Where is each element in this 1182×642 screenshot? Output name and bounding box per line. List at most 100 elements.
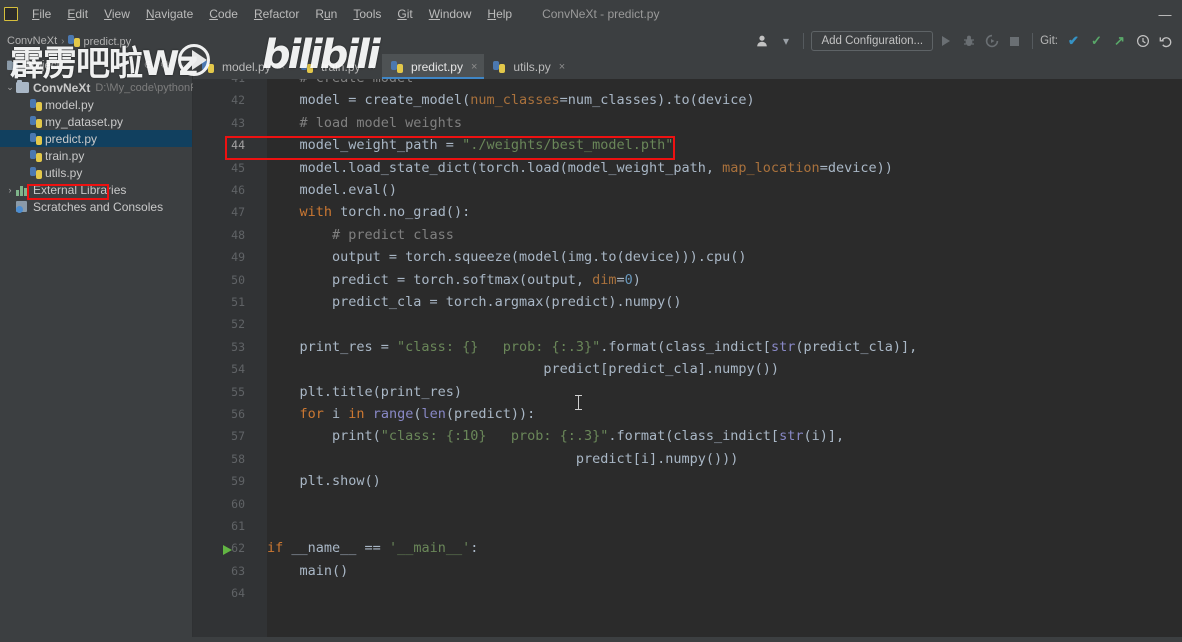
line-number-50[interactable]: 50 bbox=[193, 269, 245, 291]
collapse-all-icon[interactable]: ⊕ bbox=[144, 58, 153, 71]
user-dropdown-caret-icon[interactable]: ▾ bbox=[775, 31, 796, 52]
menu-git[interactable]: Git bbox=[389, 4, 420, 24]
close-icon[interactable]: × bbox=[279, 61, 285, 73]
editor-tab-model-py[interactable]: model.py × bbox=[193, 54, 292, 79]
line-number-43[interactable]: 43 bbox=[193, 112, 245, 134]
line-number-58[interactable]: 58 bbox=[193, 448, 245, 470]
close-icon[interactable]: × bbox=[471, 61, 477, 73]
code-line-55[interactable]: plt.title(print_res) bbox=[267, 381, 1182, 403]
menu-window[interactable]: Window bbox=[421, 4, 480, 24]
line-number-gutter[interactable]: 4142434445464748495051525354555657585960… bbox=[193, 79, 251, 642]
code-line-45[interactable]: model.load_state_dict(torch.load(model_w… bbox=[267, 157, 1182, 179]
git-update-icon[interactable]: ✔ bbox=[1063, 31, 1084, 52]
line-number-49[interactable]: 49 bbox=[193, 246, 245, 268]
editor-tab-predict-py[interactable]: predict.py × bbox=[381, 54, 485, 79]
line-number-47[interactable]: 47 bbox=[193, 201, 245, 223]
chevron-icon[interactable]: ⌄ bbox=[4, 82, 16, 93]
history-icon[interactable] bbox=[1132, 31, 1153, 52]
line-number-62[interactable]: 62 bbox=[193, 537, 245, 559]
tree-item-train-py[interactable]: train.py bbox=[0, 147, 192, 164]
tree-item-scratches-and-consoles[interactable]: Scratches and Consoles bbox=[0, 198, 192, 215]
tree-item-utils-py[interactable]: utils.py bbox=[0, 164, 192, 181]
tree-item-external-libraries[interactable]: › External Libraries bbox=[0, 181, 192, 198]
chevron-icon[interactable]: › bbox=[4, 185, 16, 195]
code-line-54[interactable]: predict[predict_cla].numpy()) bbox=[267, 358, 1182, 380]
line-number-56[interactable]: 56 bbox=[193, 403, 245, 425]
settings-icon[interactable]: ⚙ bbox=[160, 58, 170, 71]
code-text-area[interactable]: # create model model = create_model(num_… bbox=[267, 79, 1182, 642]
debug-icon[interactable] bbox=[958, 31, 979, 52]
line-number-54[interactable]: 54 bbox=[193, 358, 245, 380]
tree-item-convnext[interactable]: ⌄ ConvNeXt D:\My_code\pythonP bbox=[0, 79, 197, 96]
menu-help[interactable]: Help bbox=[479, 4, 520, 24]
close-icon[interactable]: × bbox=[369, 61, 375, 73]
add-configuration-button[interactable]: Add Configuration... bbox=[811, 31, 934, 51]
line-number-64[interactable]: 64 bbox=[193, 582, 245, 604]
line-number-61[interactable]: 61 bbox=[193, 515, 245, 537]
menu-tools[interactable]: Tools bbox=[345, 4, 389, 24]
code-line-53[interactable]: print_res = "class: {} prob: {:.3}".form… bbox=[267, 336, 1182, 358]
minimize-button[interactable]: — bbox=[1148, 0, 1182, 28]
line-number-57[interactable]: 57 bbox=[193, 425, 245, 447]
line-number-51[interactable]: 51 bbox=[193, 291, 245, 313]
line-number-53[interactable]: 53 bbox=[193, 336, 245, 358]
git-push-icon[interactable]: ↗ bbox=[1109, 31, 1130, 52]
user-avatar-icon[interactable] bbox=[752, 31, 773, 52]
code-line-63[interactable]: main() bbox=[267, 560, 1182, 582]
rollback-icon[interactable] bbox=[1155, 31, 1176, 52]
line-number-60[interactable]: 60 bbox=[193, 493, 245, 515]
menu-edit[interactable]: Edit bbox=[59, 4, 96, 24]
code-editor[interactable]: 4142434445464748495051525354555657585960… bbox=[193, 79, 1182, 642]
code-line-60[interactable] bbox=[267, 493, 1182, 515]
menu-run[interactable]: Run bbox=[307, 4, 345, 24]
code-line-59[interactable]: plt.show() bbox=[267, 470, 1182, 492]
stop-icon[interactable] bbox=[1004, 31, 1025, 52]
code-line-52[interactable] bbox=[267, 313, 1182, 335]
breadcrumb-project[interactable]: ConvNeXt bbox=[4, 34, 60, 48]
line-number-41[interactable]: 41 bbox=[193, 79, 245, 89]
menu-file[interactable]: FFileile bbox=[24, 4, 59, 24]
code-line-62[interactable]: if __name__ == '__main__': bbox=[267, 537, 1182, 559]
code-line-46[interactable]: model.eval() bbox=[267, 179, 1182, 201]
line-number-48[interactable]: 48 bbox=[193, 224, 245, 246]
code-line-64[interactable] bbox=[267, 582, 1182, 604]
line-number-44[interactable]: 44 bbox=[193, 134, 245, 156]
line-number-59[interactable]: 59 bbox=[193, 470, 245, 492]
git-commit-icon[interactable]: ✓ bbox=[1086, 31, 1107, 52]
hide-panel-icon[interactable]: ⌄ bbox=[177, 58, 186, 71]
tree-item-model-py[interactable]: model.py bbox=[0, 96, 192, 113]
code-line-49[interactable]: output = torch.squeeze(model(img.to(devi… bbox=[267, 246, 1182, 268]
run-with-coverage-icon[interactable] bbox=[981, 31, 1002, 52]
code-line-48[interactable]: # predict class bbox=[267, 224, 1182, 246]
code-line-61[interactable] bbox=[267, 515, 1182, 537]
run-line-marker-icon[interactable] bbox=[223, 545, 232, 555]
code-line-42[interactable]: model = create_model(num_classes=num_cla… bbox=[267, 89, 1182, 111]
tree-item-predict-py[interactable]: predict.py bbox=[0, 130, 192, 147]
code-line-57[interactable]: print("class: {:10} prob: {:.3}".format(… bbox=[267, 425, 1182, 447]
run-icon[interactable] bbox=[935, 31, 956, 52]
tree-item-my-dataset-py[interactable]: my_dataset.py bbox=[0, 113, 192, 130]
menu-navigate[interactable]: Navigate bbox=[138, 4, 201, 24]
line-number-63[interactable]: 63 bbox=[193, 560, 245, 582]
code-line-43[interactable]: # load model weights bbox=[267, 112, 1182, 134]
code-line-56[interactable]: for i in range(len(predict)): bbox=[267, 403, 1182, 425]
code-line-51[interactable]: predict_cla = torch.argmax(predict).nump… bbox=[267, 291, 1182, 313]
close-icon[interactable]: × bbox=[559, 61, 565, 73]
line-number-42[interactable]: 42 bbox=[193, 89, 245, 111]
breadcrumb-file[interactable]: predict.py bbox=[65, 34, 134, 49]
line-number-46[interactable]: 46 bbox=[193, 179, 245, 201]
code-line-50[interactable]: predict = torch.softmax(output, dim=0) bbox=[267, 269, 1182, 291]
code-line-58[interactable]: predict[i].numpy())) bbox=[267, 448, 1182, 470]
menu-view[interactable]: View bbox=[96, 4, 138, 24]
code-line-44[interactable]: model_weight_path = "./weights/best_mode… bbox=[267, 134, 1182, 156]
menu-refactor[interactable]: Refactor bbox=[246, 4, 307, 24]
editor-tab-train-py[interactable]: train.py × bbox=[292, 54, 382, 79]
line-number-52[interactable]: 52 bbox=[193, 313, 245, 335]
code-line-41[interactable]: # create model bbox=[267, 79, 1182, 89]
line-number-45[interactable]: 45 bbox=[193, 157, 245, 179]
menu-code[interactable]: Code bbox=[201, 4, 246, 24]
code-folding-rail[interactable] bbox=[251, 79, 322, 642]
line-number-55[interactable]: 55 bbox=[193, 381, 245, 403]
editor-tab-utils-py[interactable]: utils.py × bbox=[484, 54, 572, 79]
code-line-47[interactable]: with torch.no_grad(): bbox=[267, 201, 1182, 223]
